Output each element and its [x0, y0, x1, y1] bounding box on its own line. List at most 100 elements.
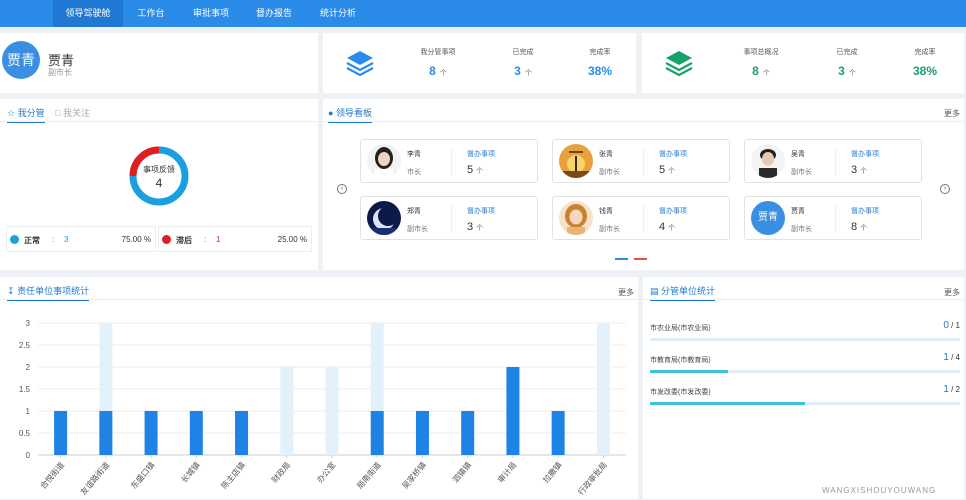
- star-icon: □: [55, 108, 61, 118]
- y-tick-label: 2: [26, 363, 31, 372]
- tab-workbench[interactable]: 工作台: [128, 0, 174, 27]
- leader-name: 张青: [599, 151, 613, 158]
- layers-icon: [346, 51, 374, 77]
- avatar[interactable]: 贾青: [2, 41, 40, 79]
- legend-count: 1: [216, 235, 221, 244]
- unit-name: 市农业局(市农业局): [650, 325, 711, 332]
- x-tick-label: 拉撒镇: [541, 460, 564, 485]
- leader-name: 钱青: [599, 208, 613, 215]
- leader-card[interactable]: 张青 副市长 督办事项 5个: [552, 139, 730, 183]
- x-tick-label: 陈主店镇: [219, 460, 247, 491]
- leader-role: 副市长: [791, 169, 812, 176]
- leader-name: 贾青: [791, 208, 805, 215]
- y-tick-label: 1: [26, 407, 31, 416]
- more-link[interactable]: 更多: [618, 287, 634, 298]
- layers-icon: [665, 51, 693, 77]
- stat-value: 38%: [912, 64, 938, 78]
- overview-stats-card: 事项总概况 8个 已完成 3个 完成率 38%: [642, 33, 964, 93]
- user-role: 副市长: [48, 68, 72, 77]
- task-label: 督办事项: [467, 208, 495, 215]
- leader-role: 副市长: [599, 169, 620, 176]
- divider: [0, 121, 318, 122]
- unit-name: 市教育局(市教育局): [650, 357, 711, 364]
- y-tick-label: 0: [26, 451, 31, 460]
- bar: [235, 411, 249, 455]
- leader-role: 市长: [407, 169, 421, 176]
- carousel-dot[interactable]: [634, 258, 647, 260]
- task-count: 5个: [467, 164, 484, 176]
- legend-name: 滞后: [176, 236, 192, 245]
- x-tick-label: 泗镇镇: [450, 460, 473, 485]
- bar: [506, 367, 520, 455]
- legend-pct: 25.00 %: [277, 235, 307, 244]
- x-tick-label: 东盛口镇: [128, 460, 156, 491]
- task-count: 8个: [851, 221, 868, 233]
- my-stats-card: 我分管事项 8个 已完成 3个 完成率 38%: [323, 33, 636, 93]
- bar: [551, 411, 565, 455]
- leader-name: 李青: [407, 151, 421, 158]
- stat-label: 完成率: [914, 49, 936, 56]
- divider: [643, 205, 644, 233]
- leader-card[interactable]: 贾青 贾青 副市长 督办事项 8个: [744, 196, 922, 240]
- bar: [461, 411, 475, 455]
- stat-value: 38%: [587, 64, 613, 78]
- donut-label: 事项反馈: [143, 165, 175, 174]
- leader-card[interactable]: 郑青 副市长 督办事项 3个: [360, 196, 538, 240]
- legend-pct: 75.00 %: [121, 235, 151, 244]
- tab-supervision-report[interactable]: 督办报告: [248, 0, 300, 27]
- y-tick-label: 2.5: [19, 341, 31, 350]
- unit-ratio: 0 / 1: [943, 320, 960, 331]
- legend-name: 正常: [24, 236, 40, 245]
- leader-card[interactable]: 吴青 副市长 督办事项 3个: [744, 139, 922, 183]
- chart-icon: ▤: [650, 286, 659, 296]
- task-label: 督办事项: [467, 151, 495, 158]
- more-link[interactable]: 更多: [944, 108, 960, 119]
- task-label: 督办事项: [659, 208, 687, 215]
- task-count: 3个: [467, 221, 484, 233]
- divider: [323, 121, 964, 122]
- portrait-woman-icon: [367, 144, 401, 178]
- stat-label: 已完成: [836, 49, 858, 56]
- x-tick-label: 吴家桥镇: [400, 460, 428, 491]
- bar: [54, 411, 68, 455]
- divider: [643, 299, 964, 300]
- tab-leader-cockpit[interactable]: 领导驾驶舱: [53, 0, 123, 27]
- leader-role: 副市长: [599, 226, 620, 233]
- next-arrow-icon[interactable]: ›: [940, 184, 950, 194]
- unit-ratio: 1 / 2: [943, 384, 960, 395]
- stat-label: 我分管事项: [420, 49, 456, 56]
- tab-my-follow[interactable]: □ 我关注: [55, 106, 90, 121]
- leader-card[interactable]: 李青 市长 督办事项 5个: [360, 139, 538, 183]
- divider: [0, 299, 638, 300]
- tab-statistics[interactable]: 统计分析: [312, 0, 364, 27]
- task-count: 3个: [851, 164, 868, 176]
- bar-secondary: [325, 367, 339, 455]
- legend-normal: 正常 : 3 75.00 %: [6, 226, 156, 252]
- stat-completion-rate: 完成率 38%: [565, 47, 635, 78]
- task-label: 督办事项: [851, 208, 879, 215]
- stat-my-items: 我分管事项 8个: [403, 47, 473, 78]
- tab-approvals[interactable]: 审批事项: [185, 0, 237, 27]
- x-tick-label: 办公室: [314, 460, 337, 485]
- carousel-dot-active[interactable]: [615, 258, 628, 260]
- leader-card[interactable]: 钱青 副市长 督办事项 4个: [552, 196, 730, 240]
- portrait-man-icon: [751, 144, 785, 178]
- bar: [189, 411, 203, 455]
- more-link[interactable]: 更多: [944, 287, 960, 298]
- stat-completed: 已完成 3个: [488, 47, 558, 78]
- divider: [451, 205, 452, 233]
- legend-late: 滞后 : 1 25.00 %: [158, 226, 312, 252]
- top-nav: 领导驾驶舱 工作台 审批事项 督办报告 统计分析: [0, 0, 966, 27]
- y-tick-label: 3: [26, 319, 31, 328]
- bar-secondary: [596, 323, 610, 455]
- bar: [99, 411, 113, 455]
- bar: [415, 411, 429, 455]
- stat-label: 事项总概况: [743, 49, 779, 56]
- task-label: 督办事项: [659, 151, 687, 158]
- x-tick-label: 局南街道: [355, 460, 383, 491]
- prev-arrow-icon[interactable]: ‹: [337, 184, 347, 194]
- stat-completed: 已完成 3个: [812, 47, 882, 78]
- x-tick-label: 长城镇: [179, 460, 202, 485]
- leader-name: 吴青: [791, 151, 805, 158]
- person-icon: ●: [328, 108, 334, 118]
